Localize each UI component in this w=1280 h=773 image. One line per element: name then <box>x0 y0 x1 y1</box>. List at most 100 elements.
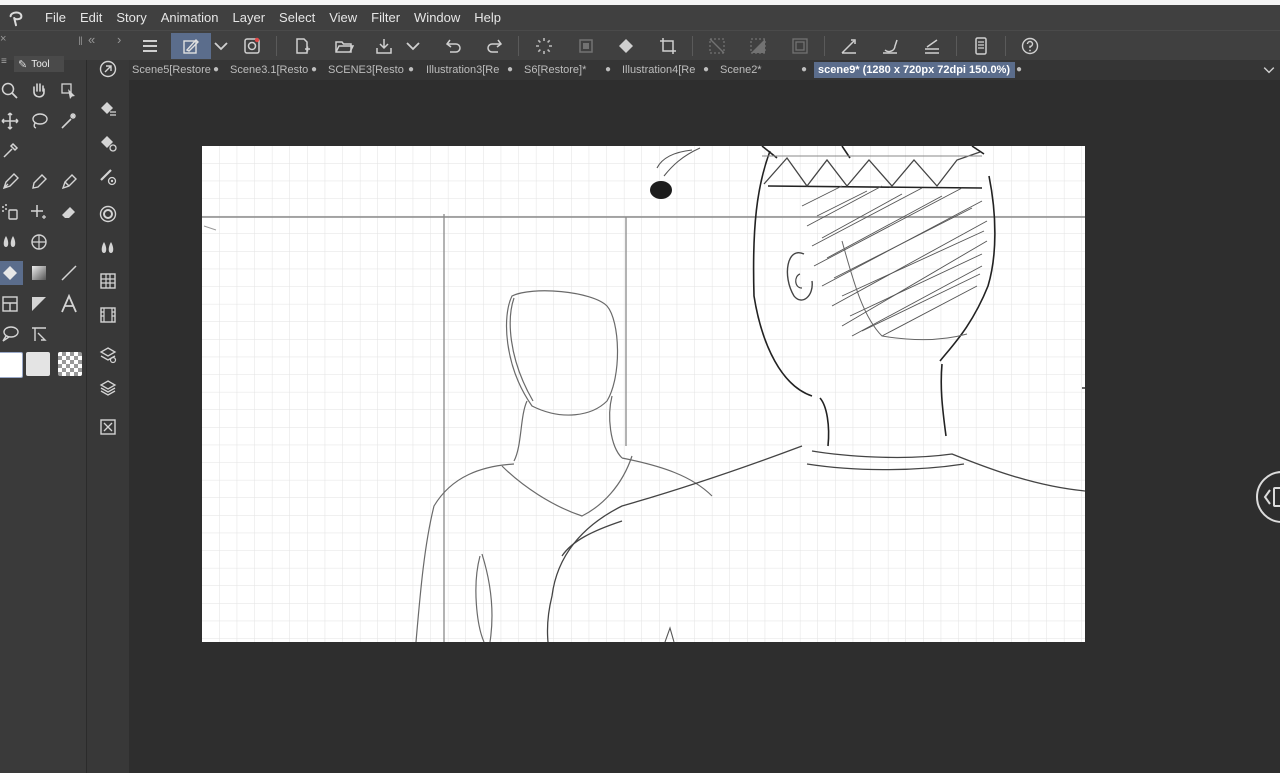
collapse-right-icon[interactable]: › <box>117 32 121 47</box>
sub-tool-detail-icon[interactable] <box>95 97 121 121</box>
tab-scene3-1[interactable]: Scene3.1[Resto <box>230 62 308 78</box>
tab-close-icon[interactable]: ● <box>505 62 515 78</box>
transparent-color-swatch[interactable] <box>58 352 82 376</box>
menu-animation[interactable]: Animation <box>154 5 226 30</box>
eyedropper-icon[interactable] <box>0 139 23 163</box>
pencil-icon[interactable] <box>26 170 52 194</box>
text-icon[interactable] <box>56 292 82 316</box>
tab-scene9[interactable]: scene9* (1280 x 720px 72dpi 150.0%) <box>814 62 1015 78</box>
menu-file[interactable]: File <box>38 5 73 30</box>
fill-icon[interactable] <box>612 33 640 59</box>
tool-tab[interactable]: ✎ Tool <box>14 56 64 72</box>
document-tabs: Scene5[Restore ● Scene3.1[Resto ● SCENE3… <box>129 60 1280 80</box>
color-set-icon[interactable] <box>95 236 121 260</box>
toolbar-separator <box>692 36 693 56</box>
pen-tool-icon[interactable] <box>0 170 23 194</box>
drawing-canvas[interactable] <box>202 146 1085 642</box>
snap-special-icon[interactable] <box>876 33 904 59</box>
navigator-icon[interactable] <box>238 33 266 59</box>
magic-wand-icon[interactable] <box>56 109 82 133</box>
tab-scene2[interactable]: Scene2* <box>720 62 792 78</box>
panel-menu-icon[interactable]: ≡ <box>1 56 7 67</box>
menu-edit[interactable]: Edit <box>73 5 109 30</box>
balloon-icon[interactable] <box>0 322 23 346</box>
fill-tool-icon[interactable] <box>0 261 23 285</box>
crop-icon[interactable] <box>654 33 682 59</box>
gradient-icon[interactable] <box>26 261 52 285</box>
toolbar-separator <box>276 36 277 56</box>
frame-border-icon[interactable] <box>0 292 23 316</box>
snap-ruler-icon[interactable] <box>835 33 863 59</box>
layer-icon[interactable] <box>95 376 121 400</box>
new-icon[interactable] <box>288 33 316 59</box>
zoom-icon[interactable] <box>0 79 23 103</box>
tab-close-icon[interactable]: ● <box>603 62 613 78</box>
menu-layer[interactable]: Layer <box>226 5 273 30</box>
menu-view[interactable]: View <box>322 5 364 30</box>
menu-select[interactable]: Select <box>272 5 322 30</box>
tab-close-icon[interactable]: ● <box>211 62 221 78</box>
dropdown-icon[interactable] <box>211 33 231 59</box>
brush-icon[interactable] <box>56 170 82 194</box>
menu-help[interactable]: Help <box>467 5 508 30</box>
app-logo-icon[interactable] <box>0 5 32 30</box>
tab-illustration3[interactable]: Illustration3[Re <box>426 62 501 78</box>
brush-size-icon[interactable] <box>95 165 121 189</box>
correct-line-icon[interactable] <box>26 322 52 346</box>
tab-close-icon[interactable]: ● <box>309 62 319 78</box>
redo-icon[interactable] <box>480 33 508 59</box>
sub-tool-icon[interactable] <box>171 33 211 59</box>
line-icon[interactable] <box>56 261 82 285</box>
expand-selection-icon[interactable] <box>786 33 814 59</box>
tab-close-icon[interactable]: ● <box>406 62 416 78</box>
tab-list-chevron-icon[interactable] <box>1261 62 1277 78</box>
tab-close-icon[interactable]: ● <box>1014 62 1024 78</box>
tab-scene5[interactable]: Scene5[Restore <box>132 62 211 78</box>
invert-selection-icon[interactable] <box>744 33 772 59</box>
tool-panel: ≡ ✎ Tool <box>0 56 86 773</box>
lasso-icon[interactable] <box>26 109 52 133</box>
menu-window[interactable]: Window <box>407 5 467 30</box>
tool-property-icon[interactable] <box>95 131 121 155</box>
layer-property-icon[interactable] <box>95 343 121 367</box>
tab-close-icon[interactable]: ● <box>701 62 711 78</box>
intermediate-color-icon[interactable] <box>95 269 121 293</box>
open-icon[interactable] <box>330 33 358 59</box>
decoration-icon[interactable] <box>26 200 52 224</box>
smartphone-icon[interactable] <box>967 33 995 59</box>
main-color-swatch[interactable] <box>0 352 23 378</box>
material-icon[interactable] <box>95 415 121 439</box>
airbrush-icon[interactable] <box>0 200 23 224</box>
tab-close-icon[interactable]: ● <box>799 62 809 78</box>
hand-icon[interactable] <box>26 79 52 103</box>
blend-icon[interactable] <box>0 230 23 254</box>
menu-story[interactable]: Story <box>109 5 153 30</box>
sub-color-swatch[interactable] <box>26 352 50 376</box>
clear-icon[interactable] <box>572 33 600 59</box>
panel-close-icon[interactable]: × <box>0 33 6 45</box>
help-icon[interactable] <box>1016 33 1044 59</box>
snap-grid-icon[interactable] <box>918 33 946 59</box>
menu-filter[interactable]: Filter <box>364 5 407 30</box>
save-icon[interactable] <box>370 33 398 59</box>
color-wheel-icon[interactable] <box>95 202 121 226</box>
sub-tool-column <box>86 60 130 773</box>
deselect-icon[interactable] <box>703 33 731 59</box>
collapse-left-icon[interactable]: « <box>88 32 95 47</box>
ruler-icon[interactable] <box>26 292 52 316</box>
move-layer-icon[interactable] <box>0 109 23 133</box>
figure-icon[interactable] <box>26 230 52 254</box>
timeline-icon[interactable] <box>95 303 121 327</box>
undo-icon[interactable] <box>440 33 468 59</box>
save-dropdown-icon[interactable] <box>402 33 424 59</box>
toolbar-separator <box>824 36 825 56</box>
navigator-panel-icon[interactable] <box>95 57 121 81</box>
operation-icon[interactable] <box>56 79 82 103</box>
menu-icon[interactable] <box>136 33 164 59</box>
tab-illustration4[interactable]: Illustration4[Re <box>622 62 697 78</box>
loading-icon[interactable] <box>530 33 558 59</box>
tab-scene3-upper[interactable]: SCENE3[Restor <box>328 62 404 78</box>
tab-s6[interactable]: S6[Restore]* <box>524 62 596 78</box>
sketch-artwork <box>202 146 1085 642</box>
eraser-icon[interactable] <box>56 200 82 224</box>
